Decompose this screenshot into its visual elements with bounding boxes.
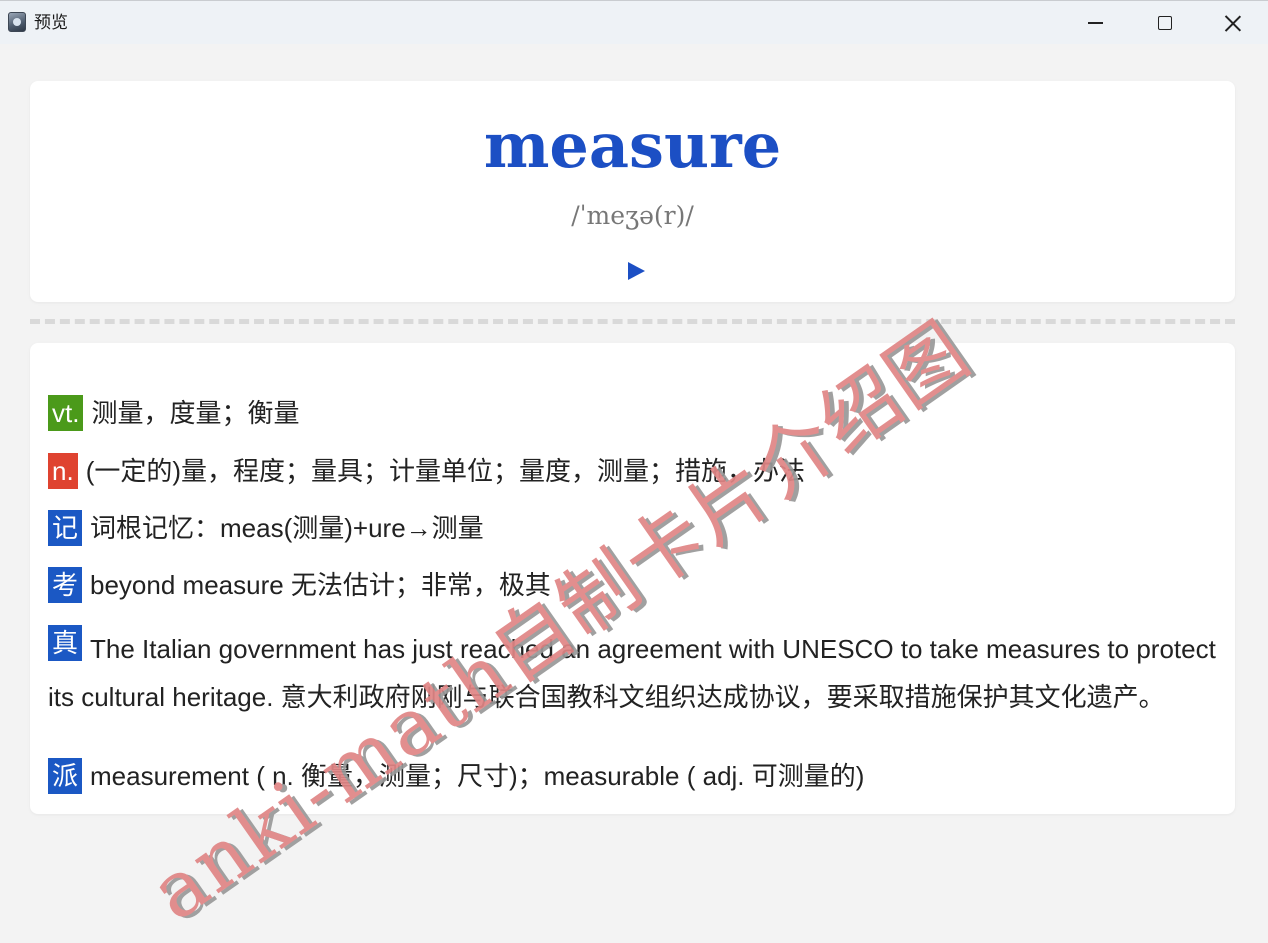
definition-n-text: (一定的)量，程度；量具；计量单位；量度，测量；措施，办法 bbox=[85, 456, 806, 486]
window-title: 预览 bbox=[34, 13, 68, 32]
real-exam-tag: 真 bbox=[48, 625, 83, 661]
real-exam-example-text: The Italian government has just reached … bbox=[48, 634, 1216, 712]
close-button[interactable] bbox=[1198, 1, 1268, 45]
definition-n: n. (一定的)量，程度；量具；计量单位；量度，测量；措施，办法 bbox=[48, 453, 1223, 489]
preview-app-icon bbox=[8, 12, 26, 32]
headword: measure bbox=[483, 109, 782, 182]
card-divider bbox=[30, 319, 1235, 324]
play-audio-button[interactable] bbox=[625, 259, 647, 283]
minimize-button[interactable] bbox=[1060, 1, 1130, 45]
exam-tag: 考 bbox=[48, 567, 83, 603]
real-exam-example: 真 The Italian government has just reached… bbox=[48, 625, 1223, 721]
derived-words-text: measurement ( n. 衡量，测量；尺寸)；measurable ( … bbox=[90, 761, 865, 791]
derived-tag: 派 bbox=[48, 758, 83, 794]
phonetic-transcription: /ˈmeʒə(r)/ bbox=[571, 201, 694, 230]
memory-tip-text: 词根记忆：meas(测量)+ure→测量 bbox=[90, 513, 484, 543]
play-icon bbox=[627, 262, 645, 280]
derived-words: 派 measurement ( n. 衡量，测量；尺寸)；measurable (… bbox=[48, 758, 1223, 794]
memory-tip: 记词根记忆：meas(测量)+ure→测量 bbox=[48, 510, 1223, 546]
pos-tag-n: n. bbox=[48, 453, 78, 489]
maximize-button[interactable] bbox=[1130, 1, 1200, 45]
card-front: measure /ˈmeʒə(r)/ bbox=[30, 81, 1235, 302]
maximize-icon bbox=[1158, 16, 1172, 30]
card-back: vt. 测量，度量；衡量 n. (一定的)量，程度；量具；计量单位；量度，测量；措施… bbox=[30, 343, 1235, 814]
pos-tag-vt: vt. bbox=[48, 395, 84, 431]
definition-vt: vt. 测量，度量；衡量 bbox=[48, 395, 1223, 431]
window-titlebar: 预览 bbox=[0, 0, 1268, 44]
minimize-icon bbox=[1087, 22, 1103, 24]
definition-vt-text: 测量，度量；衡量 bbox=[91, 398, 300, 428]
close-icon bbox=[1224, 14, 1242, 32]
exam-point: 考 beyond measure 无法估计；非常，极其 bbox=[48, 567, 1223, 603]
memory-tag: 记 bbox=[48, 510, 83, 546]
exam-point-text: beyond measure 无法估计；非常，极其 bbox=[90, 570, 551, 600]
